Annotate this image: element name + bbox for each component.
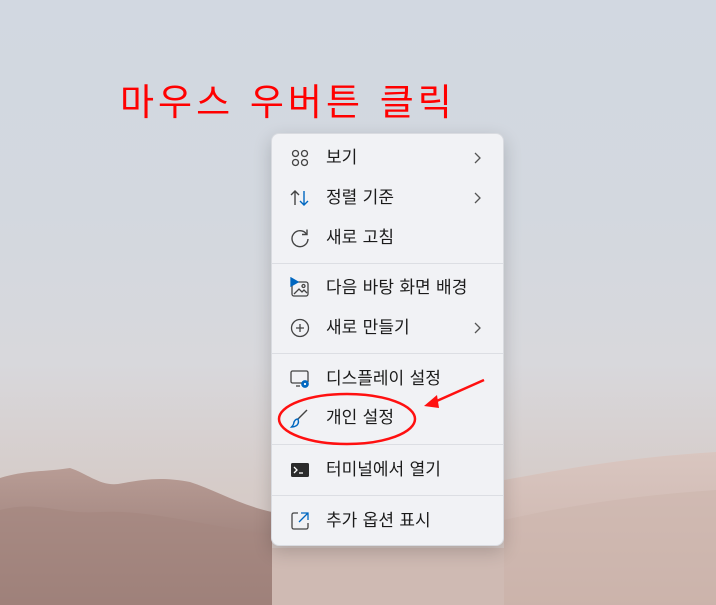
annotation-title: 마우스 우버튼 클릭: [120, 81, 456, 124]
menu-item-display-settings[interactable]: 디스플레이 설정: [276, 360, 499, 396]
menu-item-label: 터미널에서 열기: [326, 460, 441, 480]
menu-item-refresh[interactable]: 새로 고침: [276, 219, 499, 255]
menu-item-personalize[interactable]: 개인 설정: [276, 399, 499, 435]
menu-item-label: 새로 만들기: [326, 318, 410, 338]
menu-item-label: 보기: [326, 148, 358, 168]
menu-separator: [272, 353, 503, 354]
menu-item-next-background[interactable]: 다음 바탕 화면 배경: [276, 269, 499, 305]
menu-item-show-more-options[interactable]: 추가 옵션 표시: [276, 502, 499, 538]
terminal-icon: [289, 459, 311, 481]
menu-item-sort-by[interactable]: 정렬 기준: [276, 179, 499, 215]
plus-circle-icon: [289, 317, 311, 339]
brush-icon: [289, 407, 311, 429]
next-background-icon: [289, 277, 311, 299]
menu-item-view[interactable]: 보기: [276, 139, 499, 175]
menu-item-label: 개인 설정: [326, 408, 394, 428]
menu-item-open-terminal[interactable]: 터미널에서 열기: [276, 451, 499, 487]
menu-item-label: 디스플레이 설정: [326, 369, 441, 389]
menu-separator: [272, 495, 503, 496]
menu-item-label: 추가 옵션 표시: [326, 511, 431, 531]
menu-item-label: 새로 고침: [326, 228, 394, 248]
display-settings-icon: [289, 368, 311, 390]
grid-view-icon: [289, 147, 311, 169]
sort-arrows-icon: [289, 187, 311, 209]
menu-item-new[interactable]: 새로 만들기: [276, 309, 499, 345]
menu-separator: [272, 444, 503, 445]
desktop-context-menu: 보기 정렬 기준 새로 고침 다음 바탕 화면 배경 새로 만들기 디스플레이 …: [271, 133, 504, 546]
refresh-icon: [289, 227, 311, 249]
menu-separator: [272, 263, 503, 264]
chevron-right-icon: [471, 190, 485, 206]
show-more-icon: [289, 510, 311, 532]
menu-item-label: 정렬 기준: [326, 188, 394, 208]
chevron-right-icon: [471, 320, 485, 336]
menu-item-label: 다음 바탕 화면 배경: [326, 278, 468, 298]
chevron-right-icon: [471, 150, 485, 166]
